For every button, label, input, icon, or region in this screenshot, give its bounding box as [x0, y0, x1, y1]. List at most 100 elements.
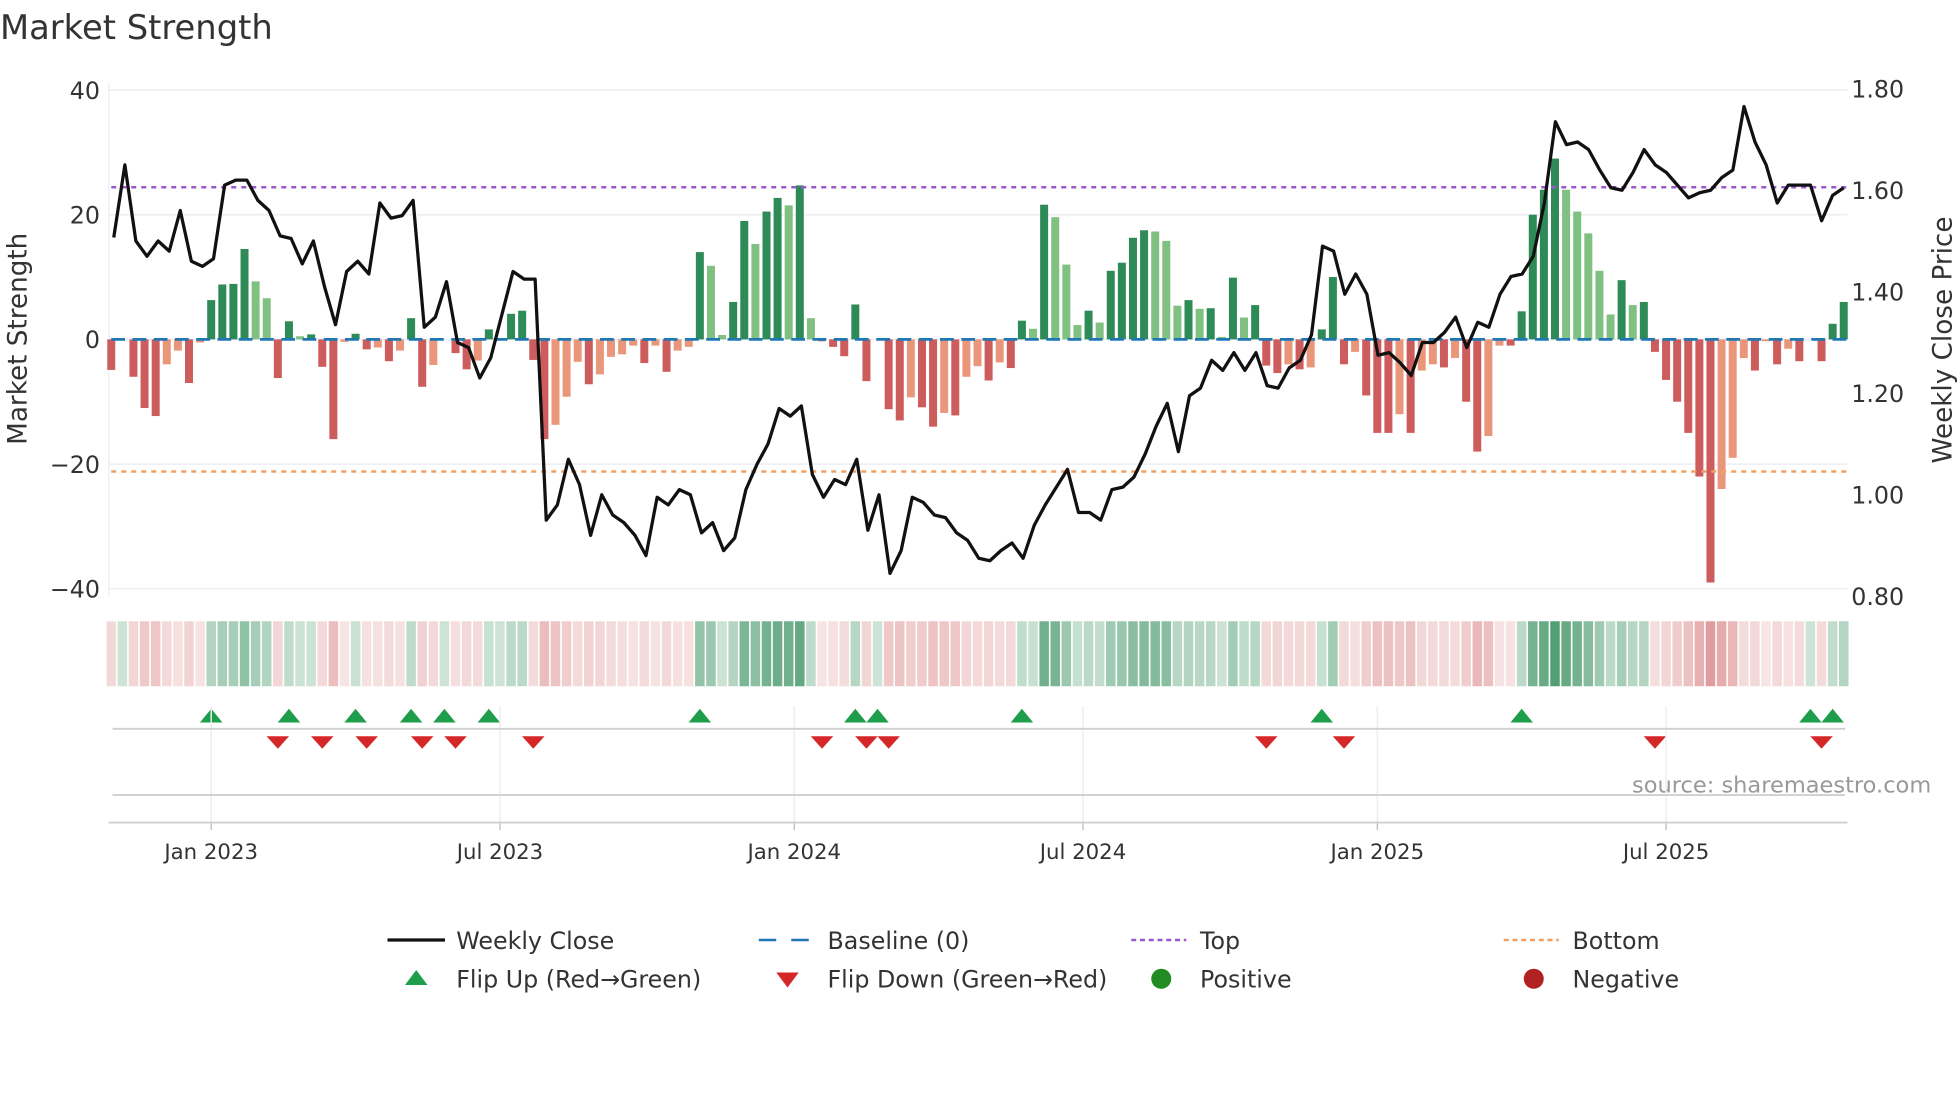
legend-label: Baseline (0) — [828, 927, 970, 955]
heat-cell — [273, 621, 283, 687]
positive-bar — [1606, 314, 1615, 340]
heat-cell — [1272, 621, 1283, 687]
heat-cell — [517, 621, 527, 687]
heat-cell — [495, 621, 505, 687]
negative-bar — [1695, 339, 1704, 477]
negative-bar — [929, 339, 938, 427]
negative-bar — [1351, 339, 1360, 352]
positive-bar — [1184, 300, 1193, 340]
negative-bar — [1484, 339, 1493, 437]
negative-bar — [884, 339, 893, 410]
flip-down-marker — [1643, 736, 1667, 749]
negative-bar — [1795, 339, 1804, 362]
heat-cell — [1305, 621, 1316, 687]
negative-bar — [1262, 339, 1271, 366]
heat-cell — [1017, 621, 1027, 687]
heat-cell — [1028, 621, 1038, 687]
heat-cell — [817, 621, 827, 687]
positive-bar — [1251, 305, 1260, 340]
negative-bar — [1706, 339, 1715, 583]
flip-up-marker — [433, 708, 456, 723]
flip-down-marker — [266, 736, 290, 749]
negative-bar — [429, 339, 438, 365]
heat-cell — [539, 621, 550, 687]
positive-bar — [218, 284, 227, 340]
heat-cell — [317, 621, 328, 687]
positive-bar — [1151, 231, 1160, 340]
heat-cell — [1405, 621, 1416, 687]
negative-bar — [962, 339, 971, 377]
negative-bar — [473, 339, 482, 361]
heat-cell — [994, 621, 1005, 687]
heat-cell — [1339, 621, 1349, 687]
heat-cell — [1750, 621, 1760, 687]
heat-cell — [217, 621, 228, 687]
legend-item: Top — [1131, 927, 1240, 955]
negative-bar — [595, 339, 604, 375]
heat-cell — [1394, 621, 1405, 687]
positive-bar — [1140, 230, 1149, 340]
y2-tick-label: 1.80 — [1851, 76, 1904, 104]
heat-cell — [328, 621, 339, 687]
flip-down-marker — [1255, 736, 1278, 749]
heat-cell — [1494, 621, 1505, 687]
positive-bar — [1173, 305, 1182, 340]
flip-up-marker — [399, 708, 423, 723]
flip-up-marker — [844, 708, 867, 723]
negative-bar — [607, 339, 616, 357]
x-tick-label: Jan 2025 — [1329, 840, 1425, 865]
negative-bar — [418, 339, 427, 387]
negative-bar — [173, 339, 182, 351]
negative-bar — [529, 339, 538, 360]
negative-bar — [917, 339, 926, 408]
negative-bar — [1650, 339, 1659, 352]
heat-cell — [395, 621, 405, 687]
heat-cell — [484, 621, 494, 687]
y2-tick-label: 1.40 — [1851, 279, 1904, 307]
positive-bar — [1839, 301, 1848, 340]
negative-bar — [329, 339, 338, 440]
heat-cell — [1461, 621, 1471, 687]
heat-cell — [439, 621, 450, 687]
negative-bar — [551, 339, 560, 425]
legend: Weekly Close Baseline (0) Top Bottom Flip Up… — [387, 927, 1679, 994]
heat-cell — [1250, 621, 1260, 687]
legend-item: Baseline (0) — [758, 927, 970, 955]
x-tick-label: Jul 2023 — [455, 840, 543, 865]
heat-cell — [1194, 621, 1205, 687]
positive-bar — [851, 304, 860, 340]
positive-bar — [1617, 280, 1626, 340]
heat-cell — [772, 621, 783, 687]
y-tick-label: −20 — [50, 451, 100, 479]
negative-bar — [151, 339, 160, 417]
positive-bar — [740, 220, 749, 340]
heat-cell — [928, 621, 938, 687]
positive-bar — [1084, 310, 1093, 340]
heat-cell — [561, 621, 572, 687]
heat-cell — [428, 621, 439, 687]
negative-bar — [1339, 339, 1348, 365]
legend-label: Positive — [1200, 966, 1292, 994]
positive-bar — [1106, 270, 1115, 340]
heat-cell — [1094, 621, 1105, 687]
heat-cell — [250, 621, 261, 687]
x-tick-label: Jan 2023 — [162, 840, 258, 865]
heat-cell — [139, 621, 150, 687]
heat-cell — [1205, 621, 1216, 687]
negative-bar — [1284, 339, 1293, 365]
heat-cell — [1761, 621, 1771, 687]
heat-cell — [839, 621, 849, 687]
heat-cell — [795, 621, 805, 687]
strength-heat-strip — [106, 621, 1849, 687]
heat-cell — [1050, 621, 1060, 687]
y2-tick-label: 0.80 — [1851, 583, 1904, 611]
heat-cell — [917, 621, 927, 687]
flip-down-marker — [1810, 736, 1833, 749]
x-tick-label: Jul 2024 — [1038, 840, 1126, 865]
positive-bar — [251, 281, 260, 340]
negative-bar — [162, 339, 171, 365]
heat-cell — [384, 621, 394, 687]
heat-cell — [572, 621, 583, 687]
heat-cell — [783, 621, 794, 687]
positive-bar — [1562, 189, 1571, 340]
